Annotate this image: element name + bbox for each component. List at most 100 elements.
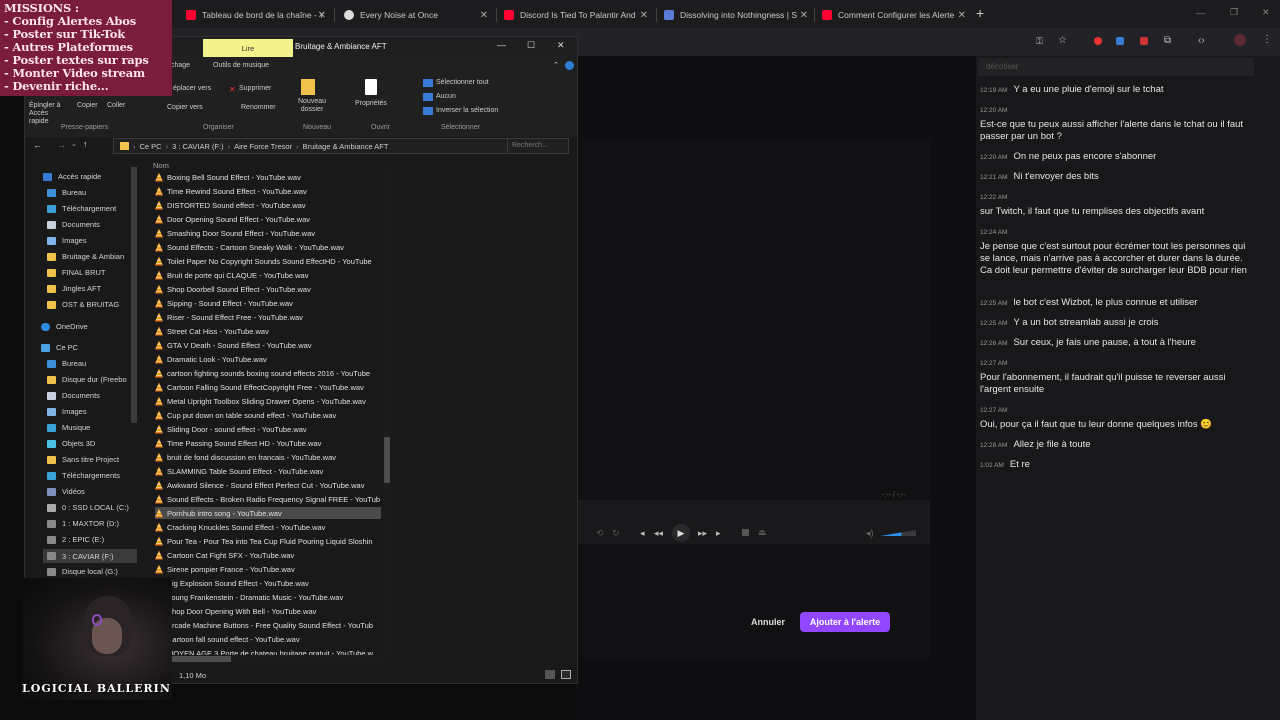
new-tab-button[interactable]: + — [976, 5, 984, 21]
file-row[interactable]: Street Cat Hiss - YouTube.wav — [155, 325, 381, 337]
up-icon[interactable]: ↑ — [83, 139, 88, 149]
minimize-icon[interactable]: — — [1196, 8, 1205, 18]
cancel-button[interactable]: Annuler — [742, 612, 794, 632]
nav-item[interactable]: Images — [47, 407, 87, 416]
file-row[interactable]: Metal Upright Toolbox Sliding Drawer Ope… — [155, 395, 381, 407]
tab-outils-musique[interactable]: Outils de musique — [213, 62, 269, 69]
nav-item[interactable]: Vidéos — [47, 487, 85, 496]
nav-item[interactable]: Musique — [47, 423, 90, 432]
volume-icon[interactable]: ◂) — [866, 528, 874, 539]
invert-selection-button[interactable]: Inverser la sélection — [436, 107, 498, 114]
rewind-icon[interactable]: ◂◂ — [654, 528, 663, 539]
file-row[interactable]: Sliding Door - sound effect - YouTube.wa… — [155, 423, 381, 435]
eject-icon[interactable]: ⏏ — [758, 527, 767, 538]
nav-item[interactable]: Disque dur (Freebo — [47, 375, 127, 384]
copy-button[interactable]: Copier — [77, 102, 98, 109]
select-all-button[interactable]: Sélectionner tout — [436, 79, 489, 86]
file-row[interactable]: Bruit de porte qui CLAQUE - YouTube.wav — [155, 269, 381, 281]
file-row[interactable]: Sipping - Sound Effect - YouTube.wav — [155, 297, 381, 309]
browser-tab[interactable]: Every Noise at Once ✕ — [336, 4, 494, 26]
file-row[interactable]: SLAMMING Table Sound Effect - YouTube.wa… — [155, 465, 381, 477]
forward-icon[interactable]: → — [57, 140, 66, 150]
file-row[interactable]: Cartoon fall sound effect - YouTube.wav — [155, 633, 381, 645]
nav-item[interactable]: Téléchargement — [47, 204, 116, 213]
close-window-icon[interactable]: ✕ — [1262, 7, 1270, 18]
file-row[interactable]: Arcade Machine Buttons - Free Quality So… — [155, 619, 381, 631]
browser-tab[interactable]: Discord Is Tied To Palantir And ✕ — [496, 4, 654, 26]
copy-to-button[interactable]: Copier vers — [167, 104, 203, 111]
file-row[interactable]: Awkward Silence - Sound Effect Perfect C… — [155, 479, 381, 491]
file-row[interactable]: Cartoon Cat Fight SFX - YouTube.wav — [155, 549, 381, 561]
minimize-icon[interactable]: — — [497, 40, 506, 50]
file-row[interactable]: Cracking Knuckles Sound Effect - YouTube… — [155, 521, 381, 533]
collapse-ribbon-icon[interactable]: ⌃ — [553, 61, 559, 69]
new-folder-button[interactable]: Nouveau dossier — [295, 98, 329, 114]
nav-item[interactable]: 2 : EPIC (E:) — [47, 535, 104, 544]
nav-item[interactable]: Bureau — [47, 359, 86, 368]
nav-scrollbar[interactable] — [131, 167, 137, 423]
nav-item[interactable]: 1 : MAXTOR (D:) — [47, 519, 119, 528]
previous-icon[interactable]: ◂ — [640, 528, 645, 539]
paste-button[interactable]: Coller — [107, 102, 125, 109]
help-icon[interactable] — [565, 61, 574, 70]
browser-tab[interactable]: Tableau de bord de la chaîne - Y ✕ — [178, 4, 332, 26]
extension-icon[interactable] — [1116, 37, 1124, 45]
nav-item[interactable]: Téléchargements — [47, 471, 120, 480]
close-icon[interactable]: ✕ — [640, 10, 648, 21]
file-row[interactable]: Boxing Bell Sound Effect - YouTube.wav — [155, 171, 381, 183]
play-button[interactable]: ▶ — [672, 524, 690, 542]
file-row[interactable]: Toilet Paper No Copyright Sounds Sound E… — [155, 255, 381, 267]
extension-icon[interactable] — [1140, 37, 1148, 45]
file-row[interactable]: Smashing Door Sound Effect - YouTube.wav — [155, 227, 381, 239]
file-row[interactable]: Young Frankenstein - Dramatic Music - Yo… — [155, 591, 381, 603]
add-to-alert-button[interactable]: Ajouter à l'alerte — [800, 612, 890, 632]
nav-item[interactable]: 0 : SSD LOCAL (C:) — [47, 503, 129, 512]
extension-icon[interactable] — [1094, 37, 1102, 45]
loop-icon[interactable]: ⟲ — [596, 528, 604, 539]
browser-tab[interactable]: Comment Configurer les Alerte ✕ — [814, 4, 972, 26]
tiles-view-icon[interactable] — [561, 670, 571, 679]
nav-item[interactable]: Bruitage & Ambian — [47, 252, 124, 261]
breadcrumb-item[interactable]: Bruitage & Ambiance AFT — [303, 142, 389, 151]
maximize-icon[interactable]: ☐ — [527, 40, 535, 51]
file-row[interactable]: Shop Door Opening With Bell - YouTube.wa… — [155, 605, 381, 617]
fast-forward-icon[interactable]: ▸▸ — [698, 528, 707, 539]
tab-partage[interactable]: chage — [171, 62, 190, 69]
properties-button[interactable]: Propriétés — [355, 100, 387, 107]
nav-item[interactable]: Documents — [47, 220, 100, 229]
file-row[interactable]: Cup put down on table sound effect - You… — [155, 409, 381, 421]
file-row[interactable]: Sound Effects - Cartoon Sneaky Walk - Yo… — [155, 241, 381, 253]
file-row[interactable]: Shop Doorbell Sound Effect - YouTube.wav — [155, 283, 381, 295]
file-row[interactable]: Dramatic Look - YouTube.wav — [155, 353, 381, 365]
back-icon[interactable]: ← — [33, 140, 42, 150]
pin-quick-access-button[interactable]: Épingler à Accès rapide — [29, 102, 69, 126]
menu-icon[interactable]: ⋮ — [1262, 34, 1272, 45]
nav-item[interactable]: Disque local (G:) — [47, 567, 118, 576]
nav-item-selected[interactable]: 3 : CAVIAR (F:) — [43, 549, 137, 563]
details-view-icon[interactable] — [545, 670, 555, 679]
file-row[interactable]: Sirene pompier France - YouTube.wav — [155, 563, 381, 575]
scrollbar-thumb[interactable] — [384, 437, 390, 483]
rename-button[interactable]: Renommer — [241, 104, 276, 111]
code-icon[interactable]: ‹› — [1198, 35, 1205, 46]
chat-search-input[interactable]: décotiser — [978, 58, 1254, 76]
nav-item[interactable]: FINAL BRUT — [47, 268, 105, 277]
stop-icon[interactable] — [742, 529, 749, 536]
file-row[interactable]: Sound Effects - Broken Radio Frequency S… — [155, 493, 381, 505]
breadcrumb-item[interactable]: Ce PC — [140, 142, 162, 151]
star-icon[interactable]: ☆ — [1058, 35, 1067, 46]
file-row[interactable]: bruit de fond discussion en francais - Y… — [155, 451, 381, 463]
maximize-icon[interactable]: ❐ — [1230, 7, 1238, 18]
close-icon[interactable]: ✕ — [800, 10, 808, 21]
key-icon[interactable]: ⚿ — [1036, 36, 1043, 47]
close-icon[interactable]: ✕ — [318, 10, 326, 21]
move-to-button[interactable]: éplacer vers — [173, 85, 211, 92]
file-row[interactable]: cartoon fighting sounds boxing sound eff… — [155, 367, 381, 379]
nav-item[interactable]: OST & BRUITAG — [47, 300, 119, 309]
file-row[interactable]: Riser - Sound Effect Free - YouTube.wav — [155, 311, 381, 323]
avatar[interactable] — [1234, 34, 1246, 46]
horizontal-scrollbar-thumb[interactable] — [165, 656, 231, 662]
nav-item[interactable]: Accès rapide — [43, 172, 101, 181]
breadcrumb-item[interactable]: 3 : CAVIAR (F:) — [172, 142, 224, 151]
recent-icon[interactable]: ⌄ — [71, 140, 77, 148]
